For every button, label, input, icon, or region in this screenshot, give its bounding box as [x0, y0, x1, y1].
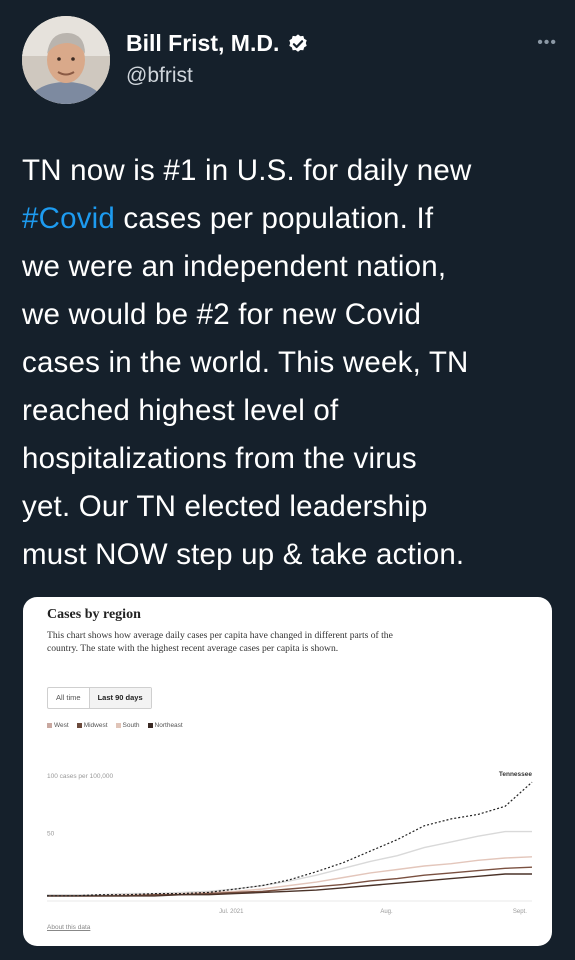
- tweet-text-line: hospitalizations from the virus: [22, 435, 567, 483]
- tweet-text-segment: cases per population. If: [115, 202, 434, 235]
- chart-card[interactable]: Cases by region This chart shows how ave…: [23, 597, 552, 946]
- about-data-link[interactable]: About this data: [47, 924, 90, 931]
- y-tick-label: 50: [47, 831, 55, 838]
- hashtag-link[interactable]: #Covid: [22, 202, 115, 235]
- tweet-text-segment: we would be #2 for new Covid: [22, 298, 422, 331]
- tweet-text-segment: TN now is #1 in U.S. for daily new: [22, 154, 472, 187]
- more-horizontal-icon[interactable]: •••: [537, 34, 557, 52]
- tweet-text-line: yet. Our TN elected leadership: [22, 483, 567, 531]
- tweet-text-segment: reached highest level of: [22, 394, 339, 427]
- y-axis-label: 100 cases per 100,000: [47, 773, 114, 780]
- verified-badge-icon: [289, 33, 308, 52]
- tweet-text-line: reached highest level of: [22, 387, 567, 435]
- x-tick-label: Jul. 2021: [219, 909, 244, 915]
- line-chart: 100 cases per 100,000 50 Jul. 2021 Aug. Sept…: [47, 771, 533, 915]
- avatar[interactable]: [22, 16, 110, 104]
- tweet-text-line: TN now is #1 in U.S. for daily new: [22, 147, 567, 195]
- avatar-photo: [22, 16, 110, 104]
- author-row: Bill Frist, M.D.: [126, 30, 309, 57]
- tweet-text-line: we were an independent nation,: [22, 243, 567, 291]
- highlight-label: Tennessee: [499, 771, 533, 778]
- tweet-text-segment: must NOW step up & take action.: [22, 538, 465, 571]
- author-handle[interactable]: @bfrist: [126, 64, 193, 88]
- tweet-text-segment: hospitalizations from the virus: [22, 442, 417, 475]
- tweet-text-line: cases in the world. This week, TN: [22, 339, 567, 387]
- x-tick-label: Sept.: [513, 909, 527, 915]
- tweet-text-segment: yet. Our TN elected leadership: [22, 490, 428, 523]
- tweet-text-line: must NOW step up & take action.: [22, 531, 567, 579]
- author-name[interactable]: Bill Frist, M.D.: [126, 30, 279, 57]
- series-line-south: [47, 856, 533, 897]
- tweet-text-segment: cases in the world. This week, TN: [22, 346, 469, 379]
- tweet-text-line: we would be #2 for new Covid: [22, 291, 567, 339]
- series-line-tennessee: [47, 781, 533, 897]
- tweet-text-segment: we were an independent nation,: [22, 250, 447, 283]
- x-tick-label: Aug.: [380, 909, 393, 915]
- tweet-text: TN now is #1 in U.S. for daily new #Covid…: [22, 147, 567, 579]
- tweet-text-line: #Covid cases per population. If: [22, 195, 567, 243]
